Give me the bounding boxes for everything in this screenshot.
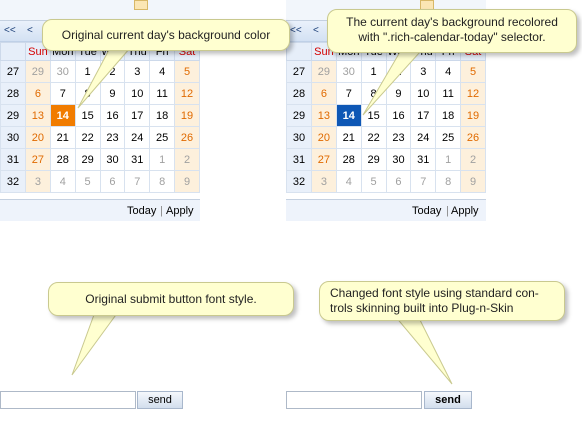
left-send-button[interactable]: send [137, 391, 183, 409]
callout-right-calendar: The current day's background recolored w… [327, 9, 577, 53]
callout-left-calendar: Original current day's background color [42, 19, 290, 51]
callout-text-line1: The current day's background recolored [346, 15, 558, 29]
left-text-input[interactable] [0, 391, 136, 409]
callout-text: Original submit button font style. [85, 292, 257, 306]
callout-pointers [71, 47, 453, 385]
callout-pointer-left-calendar [77, 47, 132, 109]
callout-text: Original current day's background color [61, 28, 271, 42]
callout-pointer-right-button [393, 315, 453, 385]
callout-text-line1: Changed font style using standard con- [330, 286, 539, 300]
callout-pointer-right-calendar [362, 51, 422, 116]
callout-pointer-left-button [71, 311, 119, 376]
callout-text-line2: with ".rich-calendar-today" selector. [358, 30, 546, 44]
callout-left-button: Original submit button font style. [48, 282, 294, 316]
right-text-input[interactable] [286, 391, 422, 409]
right-send-button[interactable]: send [424, 391, 472, 409]
callout-right-button: Changed font style using standard con- t… [319, 281, 565, 321]
callout-text-line2: trols skinning built into Plug-n-Skin [330, 301, 514, 315]
